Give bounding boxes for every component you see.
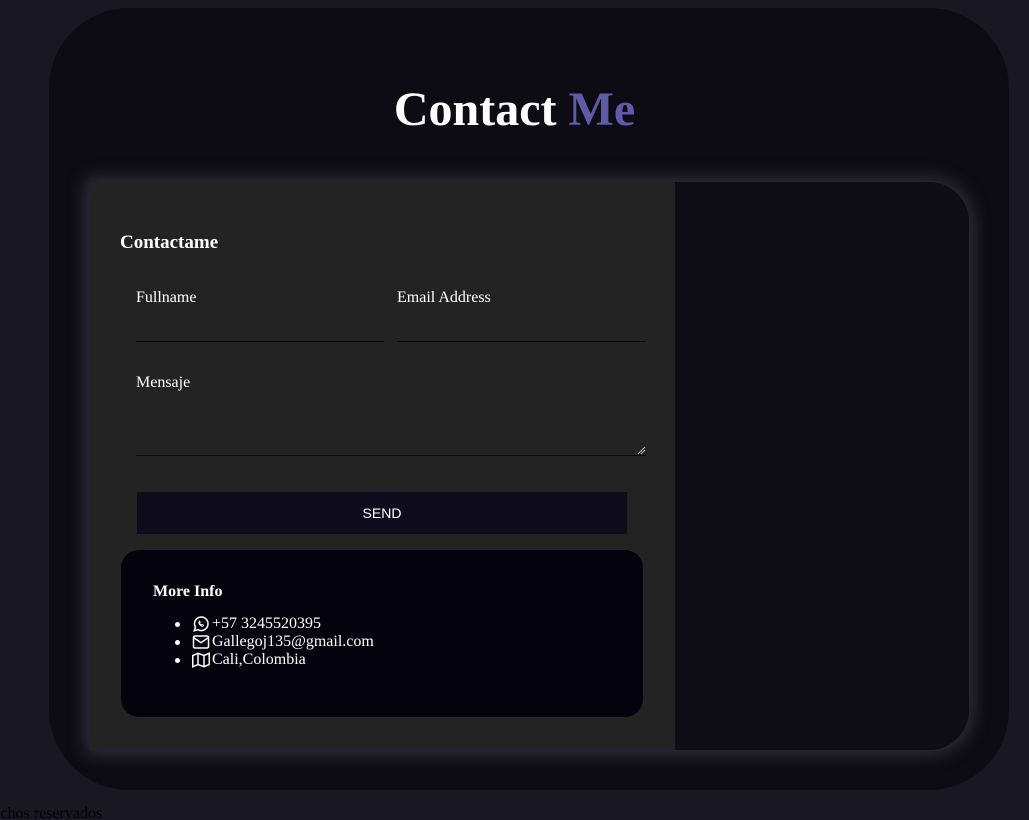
send-button[interactable]: SEND [137,492,627,534]
title-accent: Me [568,83,636,136]
phone-text: +57 3245520395 [212,615,322,632]
message-label: Mensaje [136,374,191,391]
title-main: Contact [393,83,557,136]
map-icon [191,651,211,669]
more-info-box: More Info +57 3245520395 Gallegoj135@gma… [121,550,643,717]
whatsapp-icon [191,615,211,633]
fullname-input[interactable] [136,318,384,342]
location-text: Cali,Colombia [212,651,306,668]
list-item: Cali,Colombia [175,651,374,669]
page-title: Contact Me [0,82,1029,137]
fullname-label: Fullname [136,289,197,306]
list-item: +57 3245520395 [175,615,374,633]
more-info-list: +57 3245520395 Gallegoj135@gmail.com Cal… [175,615,374,669]
contact-card: Contactame Fullname Email Address Mensaj… [89,182,969,750]
form-title: Contactame [120,232,219,253]
email-input[interactable] [397,318,645,342]
list-item: Gallegoj135@gmail.com [175,633,374,651]
image-pane [675,182,969,750]
email-text: Gallegoj135@gmail.com [212,633,374,650]
footer-text: rechos reservados [0,805,200,820]
email-label: Email Address [397,289,491,306]
textarea-resize-handle[interactable] [637,446,646,455]
message-textarea[interactable] [136,407,646,456]
more-info-title: More Info [153,583,223,600]
mail-icon [191,633,211,651]
footer-copyright: rechos reservados [0,805,103,820]
contact-form: Contactame Fullname Email Address Mensaj… [89,182,675,750]
